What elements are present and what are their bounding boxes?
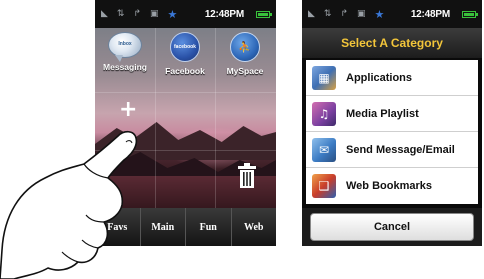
messaging-bubble-icon: Inbox xyxy=(108,32,142,62)
category-item-applications[interactable]: ▦ Applications xyxy=(306,60,478,96)
battery-icon xyxy=(256,10,272,18)
trash-icon[interactable] xyxy=(236,163,258,189)
category-item-web-bookmarks[interactable]: ❑ Web Bookmarks xyxy=(306,168,478,204)
status-time: 12:48PM xyxy=(204,8,244,20)
category-item-send-message[interactable]: ✉ Send Message/Email xyxy=(306,132,478,168)
data-transfer-icon: ⇅ xyxy=(116,8,125,19)
dialog-title: Select A Category xyxy=(341,36,443,50)
status-bar: ◣ ⇅ ↱ ▣ ★ 12:48PM xyxy=(95,0,276,28)
category-label: Applications xyxy=(346,71,413,84)
battery-icon xyxy=(462,10,478,18)
app-shortcut-facebook[interactable]: facebook Facebook xyxy=(155,32,215,76)
home-tab-bar: Favs Main Fun Web xyxy=(95,208,276,246)
applications-icon: ▦ xyxy=(312,65,336,90)
category-label: Web Bookmarks xyxy=(346,180,432,192)
app-shortcut-myspace[interactable]: ⛹ MySpace xyxy=(215,32,275,76)
category-label: Media Playlist xyxy=(346,107,419,120)
dialog-header: Select A Category xyxy=(302,28,482,58)
tab-main[interactable]: Main xyxy=(139,208,186,246)
network-icon: ↱ xyxy=(133,8,142,19)
select-category-phone: ◣ ⇅ ↱ ▣ ★ 12:48PM Select A Category ▦ Ap… xyxy=(302,0,482,246)
tab-fun[interactable]: Fun xyxy=(185,208,231,246)
web-bookmarks-icon: ❑ xyxy=(312,174,336,198)
app-label: Facebook xyxy=(165,66,205,76)
app-label: MySpace xyxy=(226,66,264,76)
category-label: Send Message/Email xyxy=(346,143,455,156)
signal-icon: ◣ xyxy=(101,8,108,19)
status-bar: ◣ ⇅ ↱ ▣ ★ 12:48PM xyxy=(302,0,482,28)
signal-icon: ◣ xyxy=(308,8,315,19)
tab-web[interactable]: Web xyxy=(230,208,277,246)
data-transfer-icon: ⇅ xyxy=(323,8,332,19)
tab-favs[interactable]: Favs xyxy=(95,208,140,246)
cancel-button[interactable]: Cancel xyxy=(310,213,474,241)
category-item-media-playlist[interactable]: ♫ Media Playlist xyxy=(306,96,478,132)
app-shortcut-messaging[interactable]: Inbox Messaging xyxy=(95,32,155,72)
bluetooth-icon: ★ xyxy=(167,7,178,21)
vibrate-icon: ▣ xyxy=(357,8,366,19)
media-playlist-icon: ♫ xyxy=(312,101,336,126)
bluetooth-icon: ★ xyxy=(374,7,385,21)
status-time: 12:48PM xyxy=(410,8,450,20)
add-shortcut-plus-icon[interactable]: + xyxy=(119,99,137,121)
category-list: ▦ Applications ♫ Media Playlist ✉ Send M… xyxy=(306,60,478,204)
network-icon: ↱ xyxy=(340,8,349,19)
dialog-footer: Cancel xyxy=(302,208,482,246)
app-label: Messaging xyxy=(103,62,147,72)
send-message-icon: ✉ xyxy=(312,137,336,162)
myspace-icon: ⛹ xyxy=(230,32,260,62)
vibrate-icon: ▣ xyxy=(150,8,159,19)
home-screen-phone: ◣ ⇅ ↱ ▣ ★ 12:48PM Inbox Messaging facebo… xyxy=(95,0,276,246)
facebook-icon: facebook xyxy=(170,32,200,62)
